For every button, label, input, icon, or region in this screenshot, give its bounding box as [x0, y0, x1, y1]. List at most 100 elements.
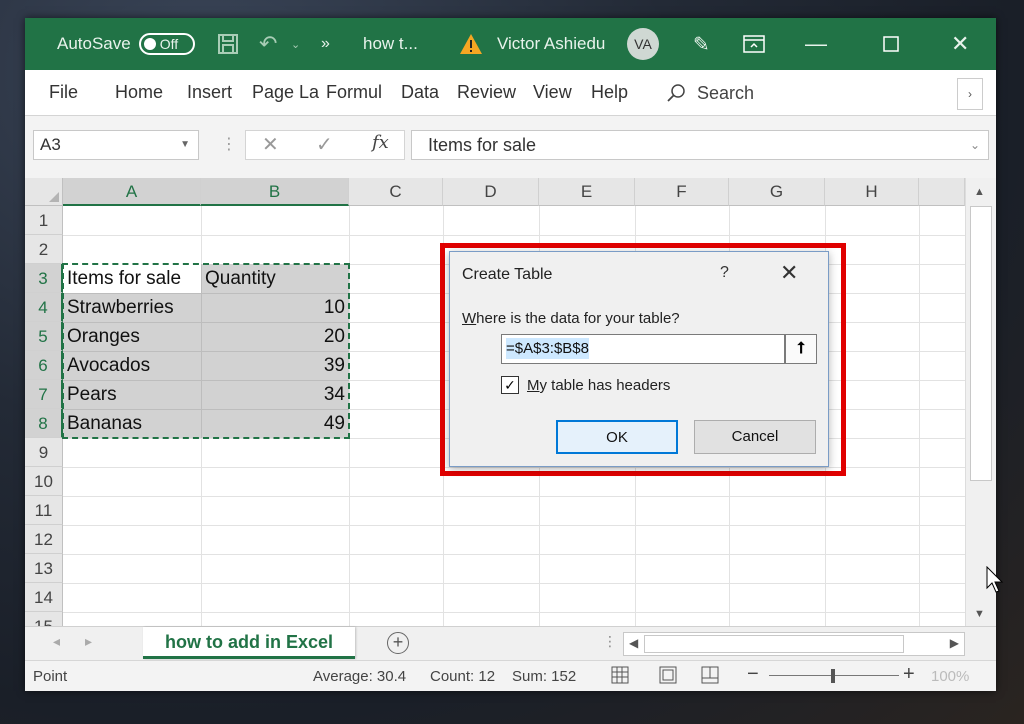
- ribbon-search[interactable]: Search: [665, 78, 775, 108]
- normal-view-icon[interactable]: [611, 666, 629, 688]
- gridline: [63, 496, 965, 497]
- save-icon[interactable]: [217, 18, 239, 70]
- undo-dropdown-icon[interactable]: ⌄: [291, 18, 300, 70]
- tab-home[interactable]: Home: [115, 82, 163, 103]
- tab-data[interactable]: Data: [401, 82, 439, 103]
- coauthor-icon[interactable]: ✎: [693, 18, 710, 70]
- row-header-7[interactable]: 7: [25, 380, 63, 409]
- horizontal-scrollbar[interactable]: ◀ ▶: [623, 632, 965, 656]
- ok-button[interactable]: OK: [556, 420, 678, 454]
- ribbon-expand-icon[interactable]: ›: [957, 78, 983, 110]
- column-header-d[interactable]: D: [443, 178, 539, 206]
- scroll-thumb[interactable]: [970, 206, 992, 481]
- minimize-icon[interactable]: —: [805, 18, 827, 70]
- splitter-icon[interactable]: ⋮: [603, 633, 617, 650]
- sheet-tab-active[interactable]: how to add in Excel: [143, 627, 355, 659]
- row-header-10[interactable]: 10: [25, 467, 63, 496]
- gridline: [919, 206, 920, 626]
- gridline: [63, 554, 965, 555]
- page-break-icon[interactable]: [701, 666, 719, 688]
- title-bar: AutoSave Off ↶ ⌄ » how t... Victor Ashie…: [25, 18, 996, 70]
- range-prompt-text: here is the data for your table?: [476, 310, 680, 327]
- zoom-slider-thumb[interactable]: [831, 669, 835, 683]
- collapse-dialog-icon[interactable]: ⭡: [785, 334, 817, 364]
- add-sheet-button[interactable]: +: [387, 632, 409, 654]
- column-header-c[interactable]: C: [349, 178, 443, 206]
- column-header-b[interactable]: B: [201, 178, 349, 206]
- scroll-left-icon[interactable]: ◀: [629, 636, 638, 650]
- confirm-entry-icon[interactable]: ✓: [316, 132, 333, 157]
- headers-checkbox-label[interactable]: My table has headers: [527, 377, 670, 394]
- row-header-2[interactable]: 2: [25, 235, 63, 264]
- close-icon[interactable]: ✕: [951, 18, 969, 70]
- warning-icon[interactable]: [459, 18, 483, 70]
- row-header-4[interactable]: 4: [25, 293, 63, 322]
- row-header-6[interactable]: 6: [25, 351, 63, 380]
- scroll-right-icon[interactable]: ▶: [950, 636, 959, 650]
- ribbon-tabs: File Home Insert Page La Formul Data Rev…: [25, 70, 996, 116]
- prev-sheet-icon[interactable]: ◂: [53, 633, 60, 650]
- column-header-partial[interactable]: [919, 178, 965, 206]
- tab-formulas[interactable]: Formul: [326, 82, 382, 103]
- column-header-e[interactable]: E: [539, 178, 635, 206]
- row-header-8[interactable]: 8: [25, 409, 63, 438]
- row-header-11[interactable]: 11: [25, 496, 63, 525]
- cancel-button[interactable]: Cancel: [694, 420, 816, 454]
- formula-input[interactable]: Items for sale ⌄: [411, 130, 989, 160]
- zoom-in-icon[interactable]: +: [903, 663, 915, 686]
- maximize-icon[interactable]: [883, 18, 899, 70]
- row-header-15[interactable]: 15: [25, 612, 63, 626]
- column-header-h[interactable]: H: [825, 178, 919, 206]
- name-box[interactable]: A3 ▼: [33, 130, 199, 160]
- column-header-a[interactable]: A: [63, 178, 201, 206]
- scroll-down-icon[interactable]: ▼: [974, 608, 985, 620]
- scroll-up-icon[interactable]: ▲: [974, 186, 985, 198]
- help-icon[interactable]: ?: [720, 264, 729, 282]
- formula-bar: A3 ▼ ⋮ ✕ ✓ fx Items for sale ⌄: [25, 116, 996, 178]
- sheet-tab-bar: ◂ ▸ how to add in Excel + ⋮ ◀ ▶: [25, 626, 996, 660]
- expand-formula-icon[interactable]: ⌄: [970, 131, 980, 159]
- row-header-12[interactable]: 12: [25, 525, 63, 554]
- select-all-corner[interactable]: [25, 178, 63, 206]
- excel-window: AutoSave Off ↶ ⌄ » how t... Victor Ashie…: [25, 18, 996, 691]
- tab-file[interactable]: File: [49, 82, 78, 103]
- more-commands-icon[interactable]: »: [321, 18, 330, 70]
- column-header-g[interactable]: G: [729, 178, 825, 206]
- close-icon[interactable]: ✕: [780, 260, 798, 286]
- name-box-value: A3: [40, 135, 61, 154]
- horizontal-scroll-thumb[interactable]: [644, 635, 904, 653]
- tab-view[interactable]: View: [533, 82, 572, 103]
- row-header-13[interactable]: 13: [25, 554, 63, 583]
- chevron-down-icon[interactable]: ▼: [180, 131, 190, 159]
- insert-function-icon[interactable]: fx: [372, 132, 389, 153]
- row-header-14[interactable]: 14: [25, 583, 63, 612]
- row-header-9[interactable]: 9: [25, 438, 63, 467]
- zoom-level[interactable]: 100%: [931, 668, 969, 685]
- headers-checkbox[interactable]: ✓: [501, 376, 519, 394]
- tab-review[interactable]: Review: [457, 82, 516, 103]
- next-sheet-icon[interactable]: ▸: [85, 633, 92, 650]
- row-header-5[interactable]: 5: [25, 322, 63, 351]
- ribbon-display-icon[interactable]: [743, 18, 765, 70]
- vertical-scrollbar[interactable]: ▲ ▼: [965, 178, 996, 626]
- range-input[interactable]: =$A$3:$B$8: [501, 334, 785, 364]
- page-layout-icon[interactable]: [659, 666, 677, 688]
- autosave-control[interactable]: AutoSave Off: [57, 18, 195, 70]
- sum-value: Sum: 152: [512, 668, 577, 685]
- gridline: [63, 583, 965, 584]
- gridline: [63, 525, 965, 526]
- row-header-3[interactable]: 3: [25, 264, 63, 293]
- autosave-toggle[interactable]: Off: [138, 33, 195, 55]
- user-name[interactable]: Victor Ashiedu: [497, 18, 605, 70]
- tab-page-layout[interactable]: Page La: [252, 82, 319, 103]
- row-header-1[interactable]: 1: [25, 206, 63, 235]
- undo-icon[interactable]: ↶: [259, 18, 277, 70]
- create-table-dialog: Create Table ? ✕ Where is the data for y…: [449, 251, 829, 467]
- tab-help[interactable]: Help: [591, 82, 628, 103]
- column-header-f[interactable]: F: [635, 178, 729, 206]
- tab-insert[interactable]: Insert: [187, 82, 232, 103]
- cancel-entry-icon[interactable]: ✕: [262, 132, 279, 157]
- avatar[interactable]: VA: [627, 28, 659, 60]
- gridline: [63, 235, 965, 236]
- zoom-out-icon[interactable]: −: [747, 663, 759, 686]
